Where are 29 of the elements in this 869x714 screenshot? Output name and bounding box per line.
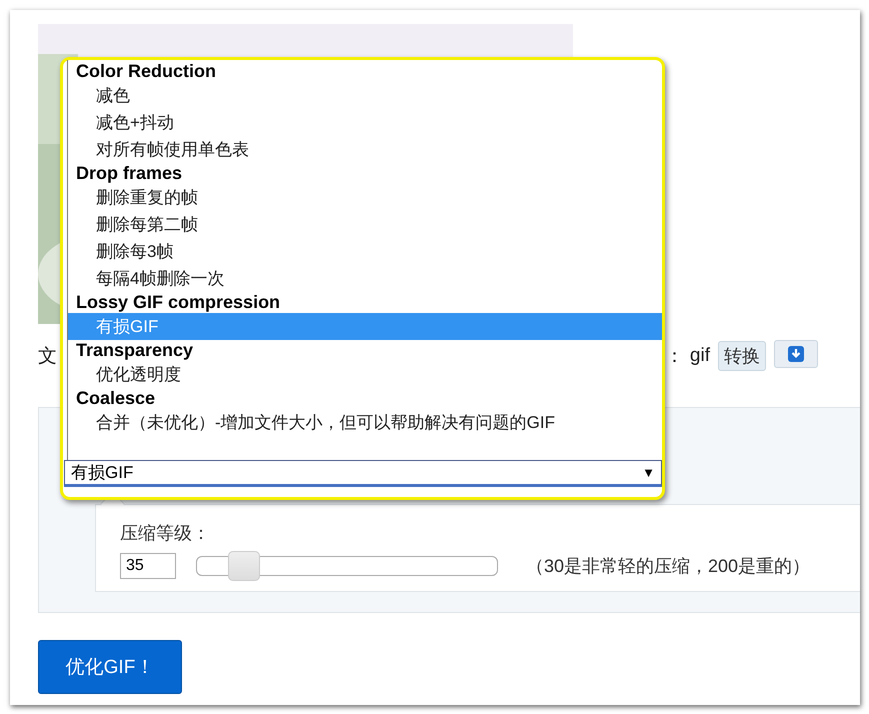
download-button[interactable] <box>774 340 818 368</box>
compression-slider[interactable] <box>196 551 498 581</box>
format-label: ： <box>664 345 684 369</box>
optimize-button[interactable]: 优化GIF！ <box>38 640 182 694</box>
caret-icon: ▼ <box>642 465 655 480</box>
option-group-label: Lossy GIF compression <box>75 292 280 313</box>
compression-input[interactable]: 35 <box>120 553 176 579</box>
dropdown-option[interactable]: 删除重复的帧 <box>68 184 662 211</box>
dropdown-option[interactable]: 减色 <box>68 82 662 109</box>
option-group-label: Transparency <box>75 340 194 361</box>
option-group-label: Color Reduction <box>75 61 216 82</box>
option-group-label: Coalesce <box>75 388 156 409</box>
dropdown-option[interactable]: 删除每第二帧 <box>68 211 662 238</box>
slider-thumb[interactable] <box>228 551 260 581</box>
dropdown-option[interactable]: 对所有帧使用单色表 <box>68 136 662 163</box>
compression-label: 压缩等级： <box>120 522 211 545</box>
compression-hint: （30是非常轻的压缩，200是重的） <box>526 555 810 578</box>
option-group-label: Drop frames <box>75 163 182 184</box>
download-icon <box>787 345 805 363</box>
convert-button[interactable]: 转换 <box>718 341 766 371</box>
file-label: 文 <box>38 345 57 369</box>
dropdown-option[interactable]: 优化透明度 <box>68 361 662 388</box>
method-select[interactable]: 有损GIF ▼ <box>64 460 662 487</box>
dropdown-option[interactable]: 合并（未优化）-增加文件大小，但可以帮助解决有问题的GIF <box>68 409 662 436</box>
select-value: 有损GIF <box>71 462 134 484</box>
dropdown-option[interactable]: 减色+抖动 <box>68 109 662 136</box>
format-value: gif <box>690 345 710 367</box>
dropdown-option[interactable]: 每隔4帧删除一次 <box>68 265 662 292</box>
dropdown-option[interactable]: 删除每3帧 <box>68 238 662 265</box>
